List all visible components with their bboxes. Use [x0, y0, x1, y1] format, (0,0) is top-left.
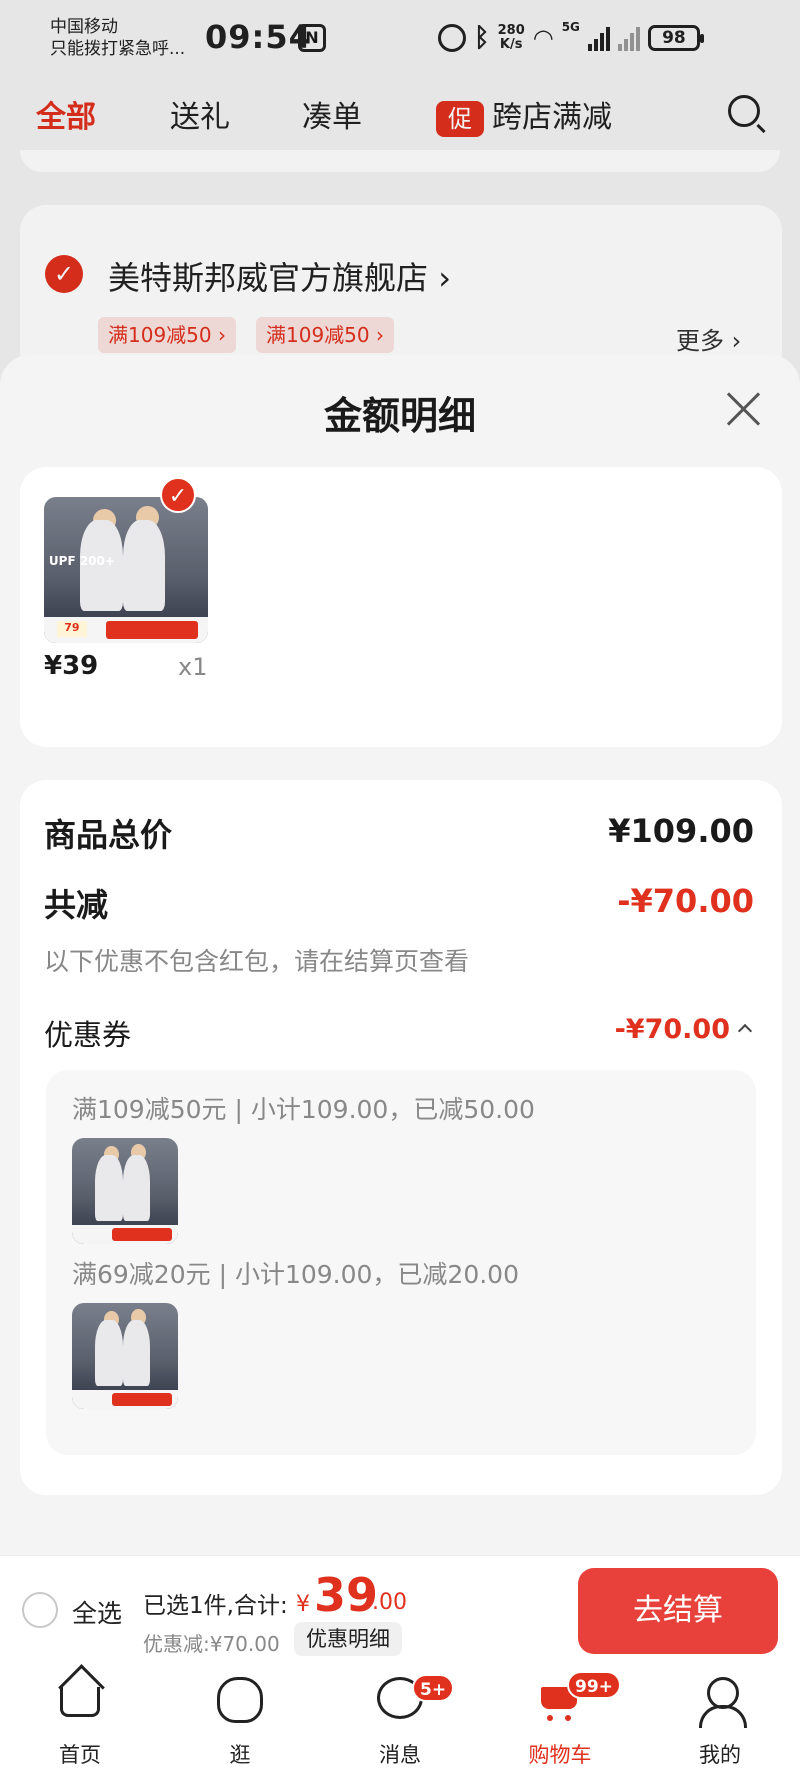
total-price-label: 商品总价 [44, 816, 173, 854]
nav-label: 消息 [379, 1743, 421, 1767]
coupon-detail-panel: 满109减50元 | 小计109.00，已减50.00 满69减20元 | 小计… [46, 1070, 756, 1455]
message-badge: 5+ [412, 1674, 455, 1702]
coupon-product-thumbnail [72, 1303, 178, 1409]
product-check-icon[interactable]: ✓ [160, 477, 196, 513]
total-reduction-label: 共减 [44, 886, 109, 924]
checkout-bar: 全选 已选1件,合计: ¥ 39 .00 优惠减:¥70.00 优惠明细 去结算 [0, 1555, 800, 1665]
discount-summary: 优惠减:¥70.00 [143, 1632, 280, 1656]
total-currency: ¥ [296, 1592, 310, 1617]
product-card: UPF 200+ 79 ✓ ¥39 x1 [20, 467, 782, 747]
sheet-title: 金额明细 [323, 394, 476, 438]
bottom-nav: 首页 逛 5+ 消息 99+ 购物车 我的 [0, 1665, 800, 1777]
nav-label: 我的 [699, 1743, 741, 1767]
coupon-toggle[interactable]: -¥70.00 [614, 1014, 753, 1045]
product-thumb-text: UPF 200+ [48, 554, 115, 569]
coupon-label: 优惠券 [44, 1018, 132, 1052]
total-amount-decimal: .00 [372, 1590, 407, 1615]
nav-item-messages[interactable]: 5+ 消息 [340, 1665, 460, 1777]
chevron-up-icon [737, 1023, 753, 1038]
cart-icon: 99+ [535, 1671, 621, 1721]
select-all-label[interactable]: 全选 [72, 1594, 122, 1630]
price-summary-card: 商品总价 ¥109.00 共减 -¥70.00 以下优惠不包含红包，请在结算页查… [20, 780, 782, 1495]
product-thumbnail[interactable]: UPF 200+ 79 [44, 497, 208, 643]
product-thumb-price: 79 [57, 621, 87, 638]
nav-label: 逛 [229, 1743, 251, 1767]
nav-label: 首页 [59, 1743, 101, 1767]
profile-icon [697, 1677, 747, 1728]
product-quantity: x1 [178, 653, 208, 681]
close-icon[interactable] [722, 387, 766, 431]
coupon-value: -¥70.00 [614, 1014, 730, 1045]
nav-item-stroll[interactable]: 逛 [180, 1665, 300, 1777]
product-price: ¥39 [44, 651, 99, 681]
selected-summary: 已选1件,合计: [143, 1593, 288, 1619]
discount-detail-button[interactable]: 优惠明细 [294, 1622, 402, 1656]
checkout-button[interactable]: 去结算 [578, 1568, 778, 1654]
message-icon: 5+ [377, 1674, 455, 1719]
total-reduction-value: -¥70.00 [617, 882, 754, 920]
stroll-icon [217, 1677, 263, 1723]
nav-label: 购物车 [528, 1743, 592, 1767]
cart-badge: 99+ [567, 1671, 621, 1699]
reduction-note: 以下优惠不包含红包，请在结算页查看 [44, 947, 470, 976]
nav-item-home[interactable]: 首页 [20, 1665, 140, 1777]
home-icon [60, 1687, 100, 1717]
amount-detail-sheet: 金额明细 UPF 200+ 79 ✓ ¥39 x1 商品总价 ¥109.00 共… [0, 355, 800, 1555]
select-all-radio[interactable] [22, 1592, 58, 1628]
coupon-line: 满109减50元 | 小计109.00，已减50.00 [72, 1095, 535, 1124]
coupon-line: 满69减20元 | 小计109.00，已减20.00 [72, 1260, 519, 1289]
total-amount: 39 [314, 1568, 379, 1622]
total-price-value: ¥109.00 [608, 812, 754, 850]
nav-item-cart[interactable]: 99+ 购物车 [500, 1665, 621, 1777]
nav-item-profile[interactable]: 我的 [660, 1665, 780, 1777]
coupon-product-thumbnail [72, 1138, 178, 1244]
